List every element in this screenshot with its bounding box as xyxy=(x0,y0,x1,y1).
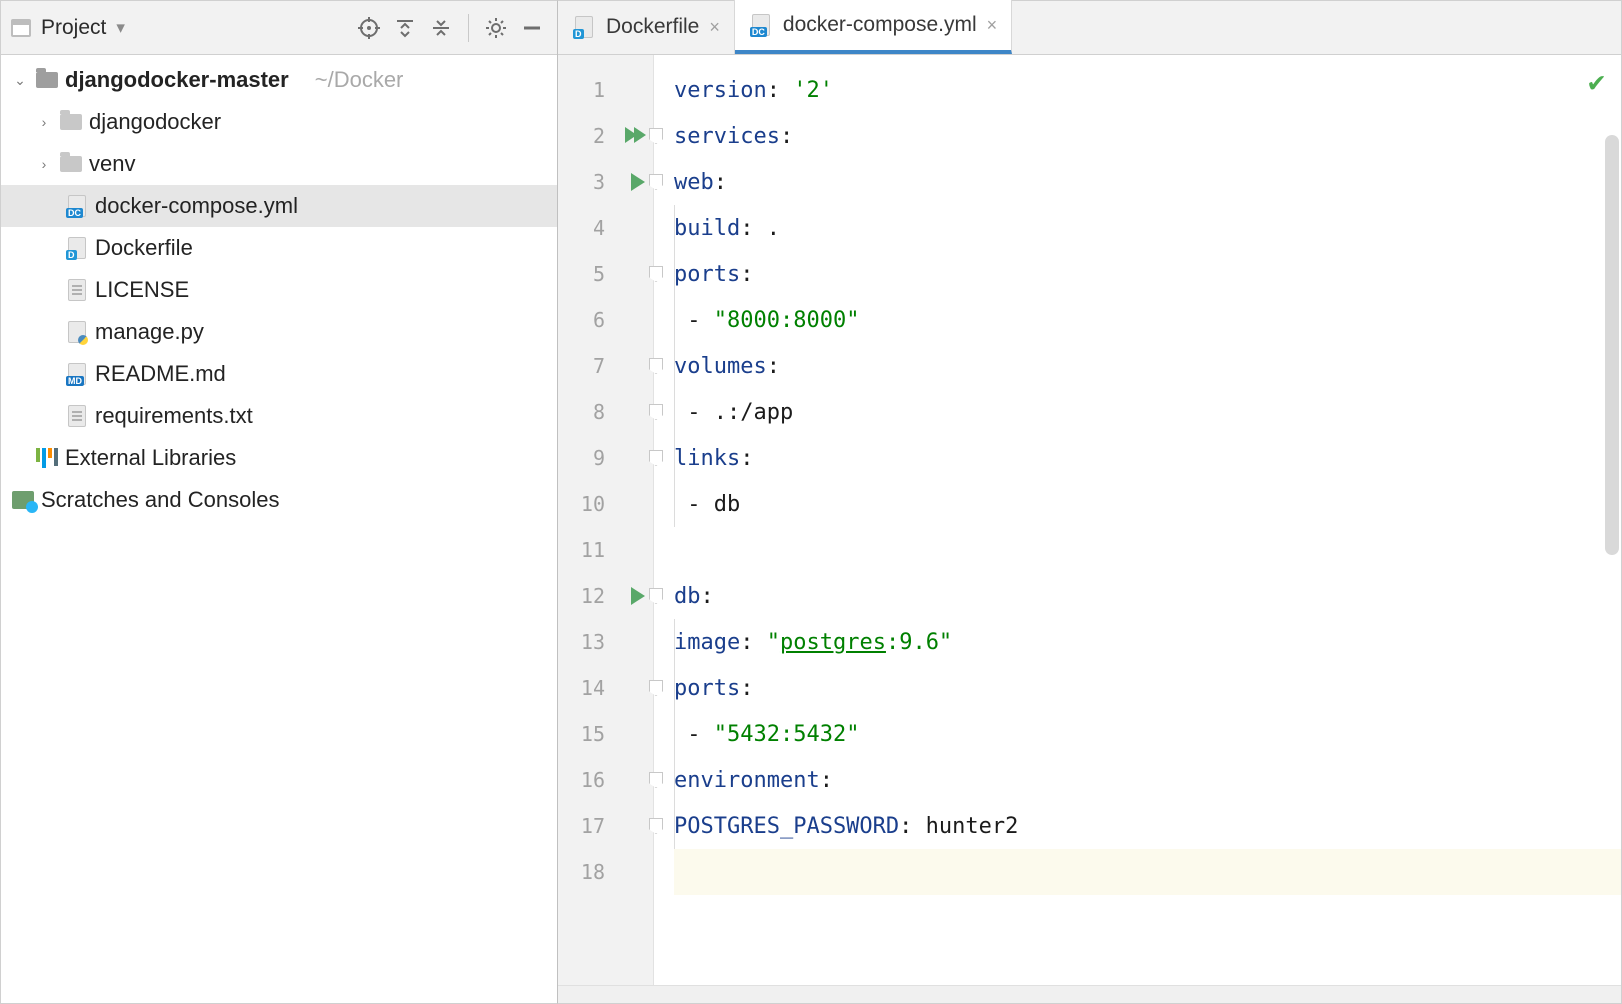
gutter-line[interactable]: 17 xyxy=(558,803,653,849)
inspection-ok-icon[interactable]: ✔ xyxy=(1588,65,1605,98)
code-line[interactable]: web: xyxy=(674,159,1621,205)
text-file-icon xyxy=(65,405,89,427)
folder-icon xyxy=(35,69,59,91)
project-sidebar: Project ▾ ⌄ djangodocker-master ~/Docker… xyxy=(0,0,558,1004)
tree-scratches[interactable]: › Scratches and Consoles xyxy=(1,479,557,521)
vertical-scrollbar[interactable] xyxy=(1605,135,1619,555)
code-line[interactable]: - "5432:5432" xyxy=(674,711,1621,757)
code-line[interactable]: - "8000:8000" xyxy=(674,297,1621,343)
gutter-line[interactable]: 2 xyxy=(558,113,653,159)
code-line[interactable]: links: xyxy=(674,435,1621,481)
gutter-line[interactable]: 15 xyxy=(558,711,653,757)
tab-label: Dockerfile xyxy=(606,15,699,39)
code-line[interactable]: ports: xyxy=(674,251,1621,297)
code-line[interactable]: - .:/app xyxy=(674,389,1621,435)
locate-icon[interactable] xyxy=(354,13,384,43)
folder-icon xyxy=(59,153,83,175)
gutter-line[interactable]: 8 xyxy=(558,389,653,435)
docker-compose-file-icon: DC xyxy=(65,195,89,217)
run-all-icon[interactable] xyxy=(625,126,649,146)
gutter-line[interactable]: 9 xyxy=(558,435,653,481)
gutter-line[interactable]: 4 xyxy=(558,205,653,251)
line-gutter[interactable]: 123456789101112131415161718 xyxy=(558,55,654,985)
project-icon xyxy=(11,19,31,37)
tree-file-readme[interactable]: MD README.md xyxy=(1,353,557,395)
tree-root-path: ~/Docker xyxy=(315,67,404,93)
tree-folder-djangodocker[interactable]: › djangodocker xyxy=(1,101,557,143)
tree-root-name: djangodocker-master xyxy=(65,67,289,93)
tree-file-license[interactable]: LICENSE xyxy=(1,269,557,311)
external-libraries-icon xyxy=(35,447,59,469)
tree-file-dockerfile[interactable]: D Dockerfile xyxy=(1,227,557,269)
text-file-icon xyxy=(65,279,89,301)
gutter-line[interactable]: 5 xyxy=(558,251,653,297)
project-toolbar: Project ▾ xyxy=(1,1,557,55)
gutter-line[interactable]: 7 xyxy=(558,343,653,389)
project-view-selector[interactable]: Project ▾ xyxy=(11,16,125,40)
gutter-line[interactable]: 3 xyxy=(558,159,653,205)
chevron-right-icon[interactable]: › xyxy=(35,114,53,130)
tree-root[interactable]: ⌄ djangodocker-master ~/Docker xyxy=(1,59,557,101)
code-line[interactable]: db: xyxy=(674,573,1621,619)
gutter-line[interactable]: 12 xyxy=(558,573,653,619)
folder-icon xyxy=(59,111,83,133)
code-line[interactable]: volumes: xyxy=(674,343,1621,389)
minimize-icon[interactable] xyxy=(517,13,547,43)
chevron-right-icon[interactable]: › xyxy=(35,156,53,172)
tree-file-manage-py[interactable]: manage.py xyxy=(1,311,557,353)
project-title: Project xyxy=(41,16,106,40)
gutter-line[interactable]: 16 xyxy=(558,757,653,803)
tree-file-docker-compose[interactable]: DC docker-compose.yml xyxy=(1,185,557,227)
code-line[interactable]: POSTGRES_PASSWORD: hunter2 xyxy=(674,803,1621,849)
dockerfile-icon: D xyxy=(65,237,89,259)
code-line[interactable] xyxy=(674,527,1621,573)
python-file-icon xyxy=(65,321,89,343)
run-icon[interactable] xyxy=(631,587,645,605)
gutter-line[interactable]: 1 xyxy=(558,67,653,113)
dockerfile-icon: D xyxy=(572,16,596,38)
tree-file-requirements[interactable]: requirements.txt xyxy=(1,395,557,437)
code-line[interactable]: environment: xyxy=(674,757,1621,803)
editor-body: 123456789101112131415161718 ✔ version: '… xyxy=(558,55,1621,985)
close-icon[interactable]: × xyxy=(709,17,720,38)
editor-area: D Dockerfile × DC docker-compose.yml × 1… xyxy=(558,0,1622,1004)
gutter-line[interactable]: 10 xyxy=(558,481,653,527)
tree-folder-venv[interactable]: › venv xyxy=(1,143,557,185)
expand-all-icon[interactable] xyxy=(390,13,420,43)
code-line[interactable] xyxy=(674,849,1621,895)
scratches-icon xyxy=(11,489,35,511)
run-icon[interactable] xyxy=(631,173,645,191)
code-line[interactable]: - db xyxy=(674,481,1621,527)
code-area[interactable]: ✔ version: '2'services: web: build: . po… xyxy=(654,55,1621,985)
gutter-line[interactable]: 6 xyxy=(558,297,653,343)
gutter-line[interactable]: 14 xyxy=(558,665,653,711)
code-line[interactable]: image: "postgres:9.6" xyxy=(674,619,1621,665)
tab-label: docker-compose.yml xyxy=(783,13,977,37)
code-line[interactable]: version: '2' xyxy=(674,67,1621,113)
chevron-down-icon: ▾ xyxy=(116,18,125,38)
tab-docker-compose[interactable]: DC docker-compose.yml × xyxy=(735,0,1012,54)
code-line[interactable]: ports: xyxy=(674,665,1621,711)
chevron-down-icon[interactable]: ⌄ xyxy=(11,72,29,89)
code-line[interactable]: services: xyxy=(674,113,1621,159)
markdown-file-icon: MD xyxy=(65,363,89,385)
project-tree: ⌄ djangodocker-master ~/Docker › djangod… xyxy=(1,55,557,1003)
tab-dockerfile[interactable]: D Dockerfile × xyxy=(558,0,735,54)
gutter-line[interactable]: 11 xyxy=(558,527,653,573)
horizontal-scrollbar[interactable] xyxy=(558,985,1621,1003)
docker-compose-file-icon: DC xyxy=(749,14,773,36)
collapse-all-icon[interactable] xyxy=(426,13,456,43)
chevron-right-icon[interactable]: › xyxy=(1,492,5,508)
gutter-line[interactable]: 18 xyxy=(558,849,653,895)
gear-icon[interactable] xyxy=(481,13,511,43)
editor-tabbar: D Dockerfile × DC docker-compose.yml × xyxy=(558,1,1621,55)
code-line[interactable]: build: . xyxy=(674,205,1621,251)
gutter-line[interactable]: 13 xyxy=(558,619,653,665)
close-icon[interactable]: × xyxy=(987,15,998,36)
tree-external-libraries[interactable]: › External Libraries xyxy=(1,437,557,479)
